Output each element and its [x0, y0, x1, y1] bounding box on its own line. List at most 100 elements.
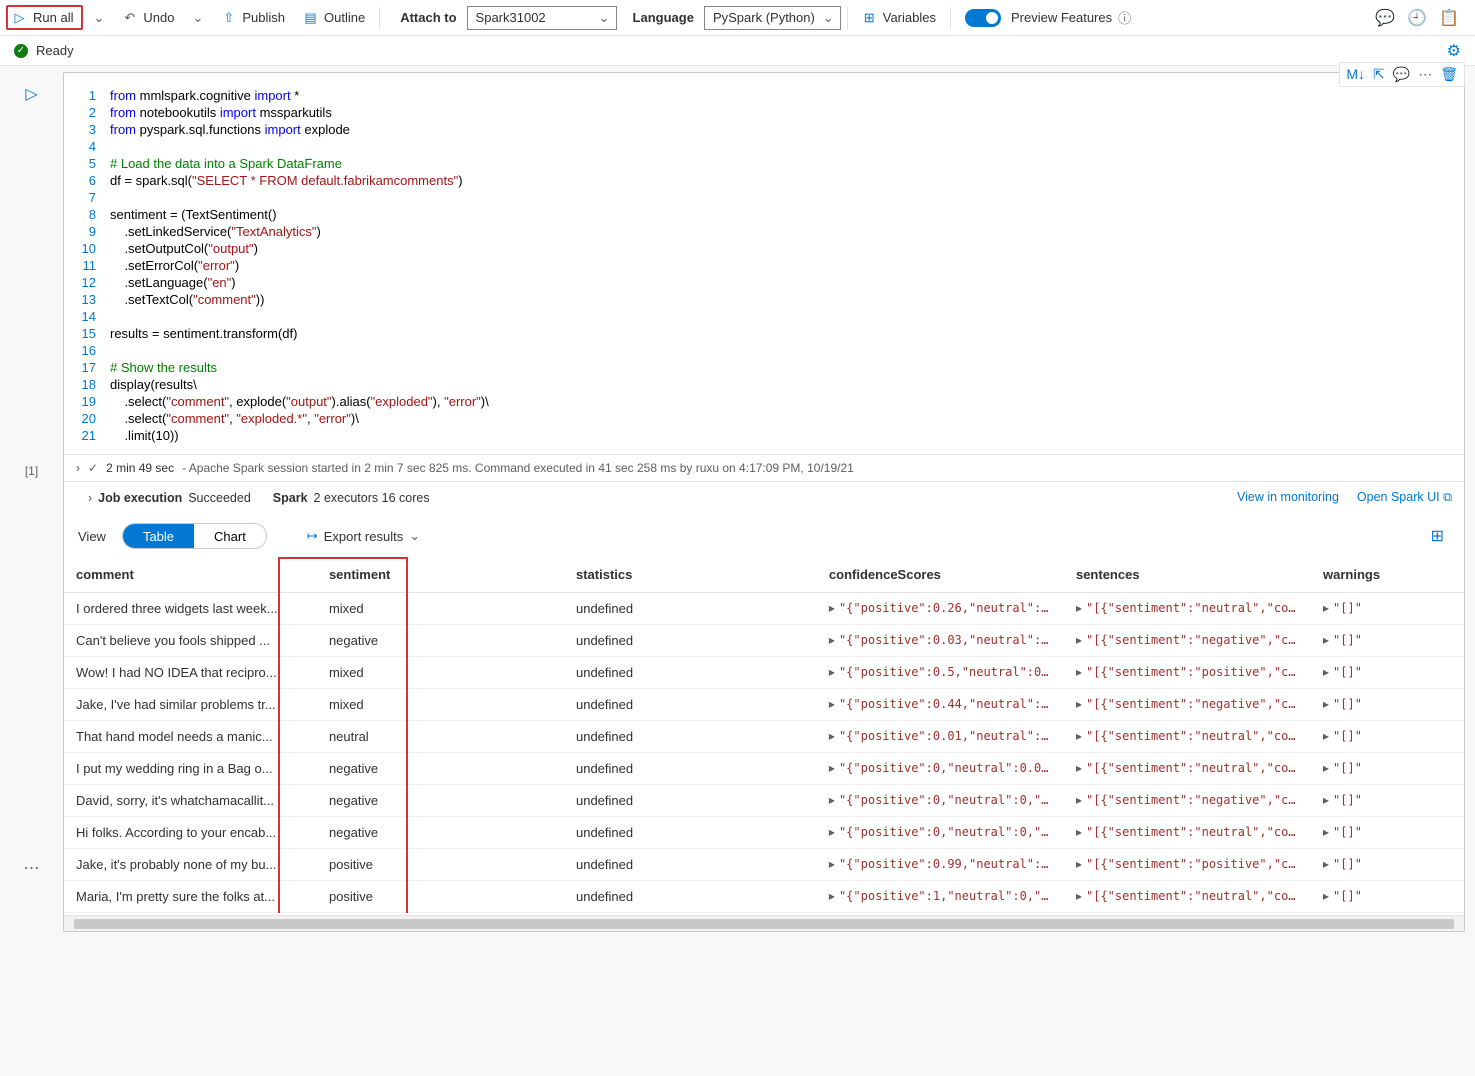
cell: Can't believe you fools shipped ...	[64, 625, 317, 657]
cell: ▸"[]"	[1311, 849, 1464, 881]
cell: ▸"[]"	[1311, 753, 1464, 785]
view-segmented: Table Chart	[122, 523, 267, 549]
cell: ▸"[]"	[1311, 593, 1464, 625]
table-row[interactable]: Jake, it's probably none of my bu...posi…	[64, 849, 1464, 881]
job-exec-value: Succeeded	[188, 491, 251, 505]
table-row[interactable]: Wow! I had NO IDEA that recipro...mixedu…	[64, 657, 1464, 689]
status-bar: ✓ Ready ⚙	[0, 36, 1475, 66]
language-select[interactable]: PySpark (Python) ⌄	[704, 6, 841, 30]
chevron-down-icon: ⌄	[192, 10, 203, 26]
cell: mixed	[317, 657, 564, 689]
publish-button[interactable]: ⇧ Publish	[213, 6, 293, 29]
chart-tab[interactable]: Chart	[194, 524, 266, 548]
separator	[950, 7, 951, 29]
outline-label: Outline	[324, 10, 365, 25]
spark-label: Spark	[273, 491, 308, 505]
cell: Wow! I had NO IDEA that recipro...	[64, 657, 317, 689]
table-header-row: commentsentimentstatisticsconfidenceScor…	[64, 557, 1464, 593]
language-label: Language	[619, 10, 702, 25]
collapse-icon[interactable]: ⇱	[1373, 66, 1385, 83]
col-sentiment[interactable]: sentiment	[317, 557, 564, 593]
horizontal-scrollbar[interactable]	[64, 915, 1464, 931]
undo-label: Undo	[143, 10, 174, 25]
table-tab[interactable]: Table	[123, 524, 194, 548]
cell: negative	[317, 817, 564, 849]
col-warnings[interactable]: warnings	[1311, 557, 1464, 593]
cell: Maria, I'm pretty sure the folks at...	[64, 881, 317, 913]
outline-button[interactable]: ▤ Outline	[295, 6, 373, 29]
attach-to-select[interactable]: Spark31002 ⌄	[467, 6, 617, 30]
cell: ▸"[]"	[1311, 689, 1464, 721]
attach-to-label: Attach to	[386, 10, 464, 25]
code-body[interactable]: 123456789101112131415161718192021 from m…	[64, 73, 1464, 454]
variables-button[interactable]: ⊞ Variables	[854, 6, 944, 29]
toolbar: ▷ Run all ⌄ ↶ Undo ⌄ ⇧ Publish ▤ Outline…	[0, 0, 1475, 36]
delete-cell-icon[interactable]: 🗑	[1440, 66, 1458, 83]
table-row[interactable]: Jake, I've had similar problems tr...mix…	[64, 689, 1464, 721]
open-spark-ui-link[interactable]: Open Spark UI ⧉	[1357, 490, 1452, 505]
run-cell-button[interactable]: ▷	[25, 84, 37, 104]
table-row[interactable]: David, sorry, it's whatchamacallit...neg…	[64, 785, 1464, 817]
table-row[interactable]: Maria, I'm pretty sure the folks at...po…	[64, 881, 1464, 913]
col-sentences[interactable]: sentences	[1064, 557, 1311, 593]
cell: negative	[317, 753, 564, 785]
cell: ▸"[{"sentiment":"negative","confider	[1064, 689, 1311, 721]
cell: undefined	[564, 785, 817, 817]
preview-toggle[interactable]	[965, 9, 1001, 27]
results-table-wrap[interactable]: commentsentimentstatisticsconfidenceScor…	[64, 557, 1464, 913]
col-statistics[interactable]: statistics	[564, 557, 817, 593]
cell: ▸"[{"sentiment":"neutral","confidenc	[1064, 593, 1311, 625]
toolbar-right: 💬 🕘 📋	[1375, 8, 1469, 28]
chevron-right-icon[interactable]: ›	[76, 461, 80, 475]
col-comment[interactable]: comment	[64, 557, 317, 593]
variables-label: Variables	[883, 10, 936, 25]
table-row[interactable]: I put my wedding ring in a Bag o...negat…	[64, 753, 1464, 785]
clipboard-icon[interactable]: 📋	[1439, 8, 1459, 28]
cell: negative	[317, 785, 564, 817]
info-icon[interactable]: ⓘ	[1118, 8, 1131, 27]
export-label: Export results	[324, 529, 403, 544]
cell: undefined	[564, 657, 817, 689]
gear-icon[interactable]: ⚙	[1447, 41, 1461, 61]
undo-dropdown[interactable]: ⌄	[184, 6, 211, 30]
table-row[interactable]: Hi folks. According to your encab...nega…	[64, 817, 1464, 849]
more-cell-icon[interactable]: ⋯	[1418, 66, 1432, 83]
run-all-button[interactable]: ▷ Run all	[6, 5, 83, 30]
attach-to-value: Spark31002	[476, 10, 546, 25]
chevron-down-icon: ⌄	[93, 10, 104, 26]
history-icon[interactable]: 🕘	[1407, 8, 1427, 28]
cell: undefined	[564, 593, 817, 625]
comment-cell-icon[interactable]: 💬	[1393, 66, 1410, 83]
publish-label: Publish	[242, 10, 285, 25]
table-row[interactable]: That hand model needs a manic...neutralu…	[64, 721, 1464, 753]
table-row[interactable]: Can't believe you fools shipped ...negat…	[64, 625, 1464, 657]
undo-button[interactable]: ↶ Undo	[114, 6, 182, 29]
preview-label: Preview Features	[1011, 10, 1112, 25]
more-icon[interactable]: ⋯	[24, 858, 40, 878]
col-confidenceScores[interactable]: confidenceScores	[817, 557, 1064, 593]
cell: ▸"[]"	[1311, 657, 1464, 689]
export-icon: ↦	[307, 528, 318, 544]
cell-gutter: ▷ [1] ⋯	[0, 66, 63, 1076]
chevron-right-icon[interactable]: ›	[88, 491, 92, 505]
separator	[379, 7, 380, 29]
exec-duration: 2 min 49 sec	[106, 461, 174, 475]
cell: ▸"{"positive":0.26,"neutral":0.01,"neg	[817, 593, 1064, 625]
cell: ▸"{"positive":1,"neutral":0,"negative"	[817, 881, 1064, 913]
scrollbar-thumb[interactable]	[74, 919, 1454, 929]
export-results-button[interactable]: ↦ Export results ⌄	[307, 528, 420, 544]
run-all-dropdown[interactable]: ⌄	[85, 6, 112, 30]
run-all-label: Run all	[33, 10, 73, 25]
view-in-monitoring-link[interactable]: View in monitoring	[1237, 490, 1339, 505]
cell: ▸"[{"sentiment":"neutral","confidenc	[1064, 721, 1311, 753]
markdown-icon[interactable]: M↓	[1346, 66, 1365, 83]
publish-icon: ⇧	[221, 10, 236, 25]
code-text[interactable]: from mmlspark.cognitive import * from no…	[110, 87, 489, 444]
table-row[interactable]: I ordered three widgets last week...mixe…	[64, 593, 1464, 625]
comment-icon[interactable]: 💬	[1375, 8, 1395, 28]
table-settings-icon[interactable]: ⊞	[1431, 526, 1450, 546]
spark-value: 2 executors 16 cores	[314, 491, 430, 505]
cell: undefined	[564, 625, 817, 657]
line-numbers: 123456789101112131415161718192021	[64, 87, 110, 444]
notebook-main: ▷ [1] ⋯ M↓ ⇱ 💬 ⋯ 🗑 123456789101112131415…	[0, 66, 1475, 1076]
